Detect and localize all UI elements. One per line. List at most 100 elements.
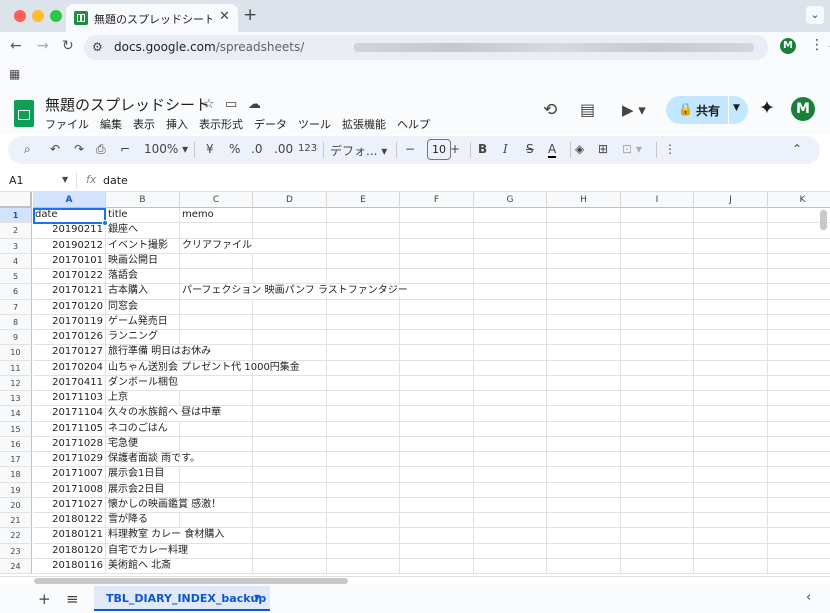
- column-header[interactable]: K: [768, 192, 830, 208]
- table-cell[interactable]: 懐かしの映画鑑賞 感激！: [106, 498, 222, 513]
- table-cell[interactable]: [694, 299, 768, 315]
- browser-profile-avatar[interactable]: M: [780, 38, 796, 54]
- table-cell[interactable]: [621, 528, 694, 544]
- table-cell[interactable]: [768, 513, 830, 529]
- table-cell[interactable]: [768, 254, 830, 269]
- table-cell[interactable]: [768, 437, 830, 452]
- table-cell[interactable]: ダンボール梱包: [106, 376, 180, 391]
- currency-format-button[interactable]: ¥: [206, 142, 214, 156]
- table-cell[interactable]: [400, 238, 474, 254]
- table-cell[interactable]: [547, 299, 621, 315]
- table-cell[interactable]: 20190211: [33, 223, 106, 239]
- table-cell[interactable]: [474, 375, 547, 391]
- font-size-increase-icon[interactable]: +: [450, 142, 460, 156]
- table-cell[interactable]: [253, 467, 327, 483]
- table-cell[interactable]: [180, 375, 253, 391]
- table-cell[interactable]: [474, 314, 547, 330]
- table-cell[interactable]: [694, 497, 768, 513]
- table-cell[interactable]: [547, 284, 621, 300]
- table-cell[interactable]: [400, 360, 474, 376]
- column-header[interactable]: I: [621, 192, 694, 208]
- bold-button[interactable]: B: [478, 142, 487, 156]
- table-cell[interactable]: [327, 436, 400, 452]
- table-cell[interactable]: [474, 223, 547, 239]
- table-cell[interactable]: [694, 421, 768, 437]
- table-cell[interactable]: [400, 299, 474, 315]
- forward-arrow-icon[interactable]: →: [37, 38, 49, 54]
- table-cell[interactable]: [253, 452, 327, 468]
- table-cell[interactable]: [694, 558, 768, 574]
- table-cell[interactable]: [694, 452, 768, 468]
- table-cell[interactable]: [768, 315, 830, 330]
- table-cell[interactable]: 20190212: [33, 238, 106, 254]
- table-cell[interactable]: 美術館へ 北斎: [106, 559, 180, 574]
- menu-file[interactable]: ファイル: [45, 118, 89, 131]
- table-cell[interactable]: [768, 544, 830, 559]
- column-header[interactable]: E: [327, 192, 400, 208]
- table-cell[interactable]: [547, 513, 621, 529]
- fill-handle[interactable]: [102, 220, 108, 226]
- table-cell[interactable]: 20180121: [33, 528, 106, 544]
- table-cell[interactable]: [253, 253, 327, 269]
- table-cell[interactable]: [547, 223, 621, 239]
- table-cell[interactable]: 映画公開日: [106, 253, 180, 269]
- table-cell[interactable]: [621, 330, 694, 346]
- column-header[interactable]: C: [180, 192, 253, 208]
- table-cell[interactable]: [621, 497, 694, 513]
- table-cell[interactable]: [253, 330, 327, 346]
- table-cell[interactable]: [253, 375, 327, 391]
- table-cell[interactable]: [400, 558, 474, 574]
- maximize-window-button[interactable]: [50, 10, 62, 22]
- table-cell[interactable]: [253, 391, 327, 407]
- table-cell[interactable]: 20180122: [33, 513, 106, 529]
- table-cell[interactable]: [253, 238, 327, 254]
- table-cell[interactable]: [474, 345, 547, 361]
- new-tab-button[interactable]: +: [243, 5, 257, 25]
- table-cell[interactable]: 20170101: [33, 253, 106, 269]
- tab-search-chevron-icon[interactable]: ⌄: [806, 6, 824, 24]
- table-cell[interactable]: [400, 314, 474, 330]
- table-cell[interactable]: [621, 345, 694, 361]
- table-cell[interactable]: [621, 543, 694, 559]
- table-cell[interactable]: [474, 513, 547, 529]
- table-cell[interactable]: [474, 406, 547, 422]
- table-cell[interactable]: [180, 513, 253, 529]
- sheet-tab-active[interactable]: TBL_DIARY_INDEX_backup ▼: [94, 586, 270, 611]
- table-cell[interactable]: [400, 253, 474, 269]
- decrease-decimal-button[interactable]: .0: [251, 142, 262, 156]
- account-avatar[interactable]: M: [791, 97, 815, 121]
- table-cell[interactable]: [547, 360, 621, 376]
- table-cell[interactable]: [694, 436, 768, 452]
- browser-menu-icon[interactable]: ⋮: [810, 37, 824, 53]
- table-cell[interactable]: [180, 223, 253, 239]
- merge-cells-icon[interactable]: ⊡ ▾: [622, 142, 642, 156]
- table-cell[interactable]: 久々の水族館へ 昼は中華: [106, 406, 222, 422]
- strikethrough-button[interactable]: S: [526, 142, 534, 156]
- table-cell[interactable]: [180, 330, 253, 346]
- row-header[interactable]: 14: [0, 406, 32, 422]
- table-cell[interactable]: [694, 345, 768, 361]
- row-header[interactable]: 20: [0, 497, 32, 513]
- collapse-toolbar-icon[interactable]: ⌃: [792, 142, 802, 156]
- menu-format[interactable]: 表示形式: [199, 118, 243, 131]
- row-header[interactable]: 6: [0, 284, 32, 300]
- table-cell[interactable]: [621, 208, 694, 224]
- table-cell[interactable]: [621, 299, 694, 315]
- table-cell[interactable]: [180, 391, 253, 407]
- row-header[interactable]: 23: [0, 543, 32, 559]
- menu-tools[interactable]: ツール: [298, 118, 331, 131]
- table-cell[interactable]: [694, 543, 768, 559]
- table-cell[interactable]: 20170120: [33, 299, 106, 315]
- table-cell[interactable]: 20171104: [33, 406, 106, 422]
- table-cell[interactable]: [474, 421, 547, 437]
- name-box-dropdown-icon[interactable]: ▼: [62, 175, 68, 184]
- table-cell[interactable]: [547, 238, 621, 254]
- table-cell[interactable]: [621, 360, 694, 376]
- number-format-button[interactable]: 123: [298, 143, 317, 154]
- table-cell[interactable]: 20170119: [33, 314, 106, 330]
- table-cell[interactable]: [180, 421, 253, 437]
- table-cell[interactable]: [621, 223, 694, 239]
- table-cell[interactable]: [768, 269, 830, 285]
- print-icon[interactable]: ⎙: [96, 142, 106, 157]
- table-cell[interactable]: [621, 375, 694, 391]
